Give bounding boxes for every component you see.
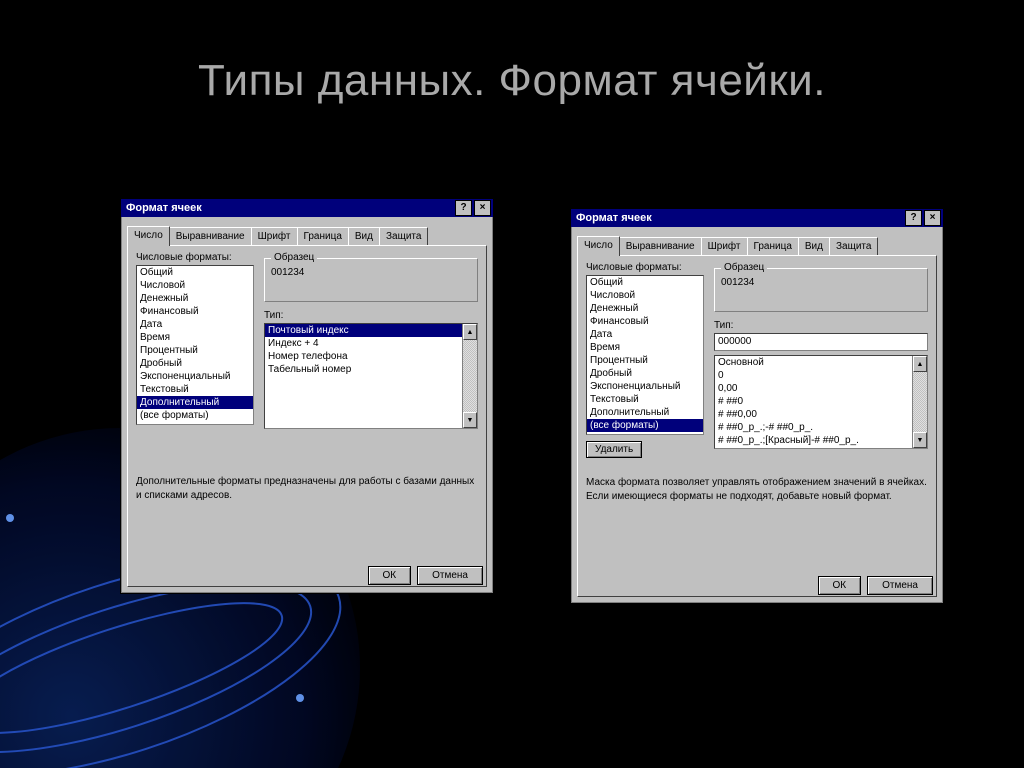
- format-cells-dialog-left: Формат ячеек ? × Число Выравнивание Шриф…: [120, 198, 494, 594]
- list-item[interactable]: Финансовый: [587, 315, 703, 328]
- tab-patterns[interactable]: Вид: [348, 227, 380, 247]
- list-item[interactable]: Текстовый: [587, 393, 703, 406]
- dialog-title: Формат ячеек: [573, 212, 652, 224]
- format-code-input[interactable]: 000000: [714, 333, 928, 351]
- list-item[interactable]: Дробный: [587, 367, 703, 380]
- tab-alignment[interactable]: Выравнивание: [169, 227, 252, 247]
- list-item[interactable]: Экспоненциальный: [587, 380, 703, 393]
- format-description: Маска формата позволяет управлять отобра…: [586, 476, 928, 503]
- scroll-up-icon[interactable]: ▲: [463, 324, 477, 340]
- list-item[interactable]: Текстовый: [137, 383, 253, 396]
- delete-button[interactable]: Удалить: [586, 441, 642, 458]
- list-item[interactable]: Общий: [137, 266, 253, 279]
- dialog-title: Формат ячеек: [123, 202, 202, 214]
- list-item[interactable]: Денежный: [587, 302, 703, 315]
- tab-bar: Число Выравнивание Шрифт Граница Вид Защ…: [577, 235, 937, 255]
- formats-label: Числовые форматы:: [586, 262, 704, 273]
- list-item[interactable]: Дробный: [137, 357, 253, 370]
- close-button[interactable]: ×: [924, 210, 941, 226]
- list-item[interactable]: # ##0_р_.;-# ##0_р_.: [715, 421, 913, 434]
- help-button[interactable]: ?: [905, 210, 922, 226]
- ok-button[interactable]: ОК: [818, 576, 862, 595]
- tab-number[interactable]: Число: [127, 226, 170, 246]
- tab-bar: Число Выравнивание Шрифт Граница Вид Защ…: [127, 225, 487, 245]
- help-button[interactable]: ?: [455, 200, 472, 216]
- list-item[interactable]: Процентный: [137, 344, 253, 357]
- tab-protection[interactable]: Защита: [829, 237, 878, 257]
- tab-alignment[interactable]: Выравнивание: [619, 237, 702, 257]
- sample-label: Образец: [721, 262, 767, 273]
- list-item[interactable]: Индекс + 4: [265, 337, 463, 350]
- list-item[interactable]: (все форматы): [587, 419, 703, 432]
- list-item[interactable]: Числовой: [587, 289, 703, 302]
- type-list[interactable]: Почтовый индекс Индекс + 4 Номер телефон…: [264, 323, 478, 429]
- list-item[interactable]: Дата: [587, 328, 703, 341]
- format-category-list[interactable]: Общий Числовой Денежный Финансовый Дата …: [586, 275, 704, 435]
- list-item[interactable]: Процентный: [587, 354, 703, 367]
- list-item[interactable]: Денежный: [137, 292, 253, 305]
- type-list[interactable]: Основной 0 0,00 # ##0 # ##0,00 # ##0_р_.…: [714, 355, 928, 449]
- sample-value: 001234: [271, 267, 471, 278]
- list-item[interactable]: Финансовый: [137, 305, 253, 318]
- formats-label: Числовые форматы:: [136, 252, 254, 263]
- type-label: Тип:: [714, 320, 928, 331]
- type-label: Тип:: [264, 310, 478, 321]
- tab-border[interactable]: Граница: [747, 237, 799, 257]
- scrollbar[interactable]: ▲ ▼: [912, 356, 927, 448]
- list-item[interactable]: Почтовый индекс: [265, 324, 463, 337]
- tab-patterns[interactable]: Вид: [798, 237, 830, 257]
- tab-border[interactable]: Граница: [297, 227, 349, 247]
- tab-number[interactable]: Число: [577, 236, 620, 256]
- list-item[interactable]: Табельный номер: [265, 363, 463, 376]
- list-item[interactable]: Общий: [587, 276, 703, 289]
- list-item[interactable]: Дополнительный: [137, 396, 253, 409]
- list-item[interactable]: # ##0,00: [715, 408, 913, 421]
- list-item[interactable]: 0: [715, 369, 913, 382]
- format-description: Дополнительные форматы предназначены для…: [136, 475, 478, 502]
- list-item[interactable]: Дата: [137, 318, 253, 331]
- tab-font[interactable]: Шрифт: [701, 237, 748, 257]
- list-item[interactable]: Основной: [715, 356, 913, 369]
- ok-button[interactable]: ОК: [368, 566, 412, 585]
- slide-title: Типы данных. Формат ячейки.: [0, 56, 1024, 106]
- scroll-up-icon[interactable]: ▲: [913, 356, 927, 372]
- scroll-down-icon[interactable]: ▼: [463, 412, 477, 428]
- list-item[interactable]: # ##0_р_.;[Красный]-# ##0_р_.: [715, 434, 913, 447]
- format-category-list[interactable]: Общий Числовой Денежный Финансовый Дата …: [136, 265, 254, 425]
- titlebar[interactable]: Формат ячеек ? ×: [121, 199, 493, 217]
- list-item[interactable]: Номер телефона: [265, 350, 463, 363]
- sample-value: 001234: [721, 277, 921, 288]
- titlebar[interactable]: Формат ячеек ? ×: [571, 209, 943, 227]
- format-cells-dialog-right: Формат ячеек ? × Число Выравнивание Шриф…: [570, 208, 944, 604]
- close-button[interactable]: ×: [474, 200, 491, 216]
- sample-label: Образец: [271, 252, 317, 263]
- scrollbar[interactable]: ▲ ▼: [462, 324, 477, 428]
- tab-protection[interactable]: Защита: [379, 227, 428, 247]
- scroll-down-icon[interactable]: ▼: [913, 432, 927, 448]
- list-item[interactable]: # ##0: [715, 395, 913, 408]
- list-item[interactable]: 0,00: [715, 382, 913, 395]
- list-item[interactable]: Дополнительный: [587, 406, 703, 419]
- cancel-button[interactable]: Отмена: [867, 576, 933, 595]
- list-item[interactable]: Время: [137, 331, 253, 344]
- list-item[interactable]: Время: [587, 341, 703, 354]
- list-item[interactable]: (все форматы): [137, 409, 253, 422]
- cancel-button[interactable]: Отмена: [417, 566, 483, 585]
- tab-font[interactable]: Шрифт: [251, 227, 298, 247]
- list-item[interactable]: Числовой: [137, 279, 253, 292]
- list-item[interactable]: Экспоненциальный: [137, 370, 253, 383]
